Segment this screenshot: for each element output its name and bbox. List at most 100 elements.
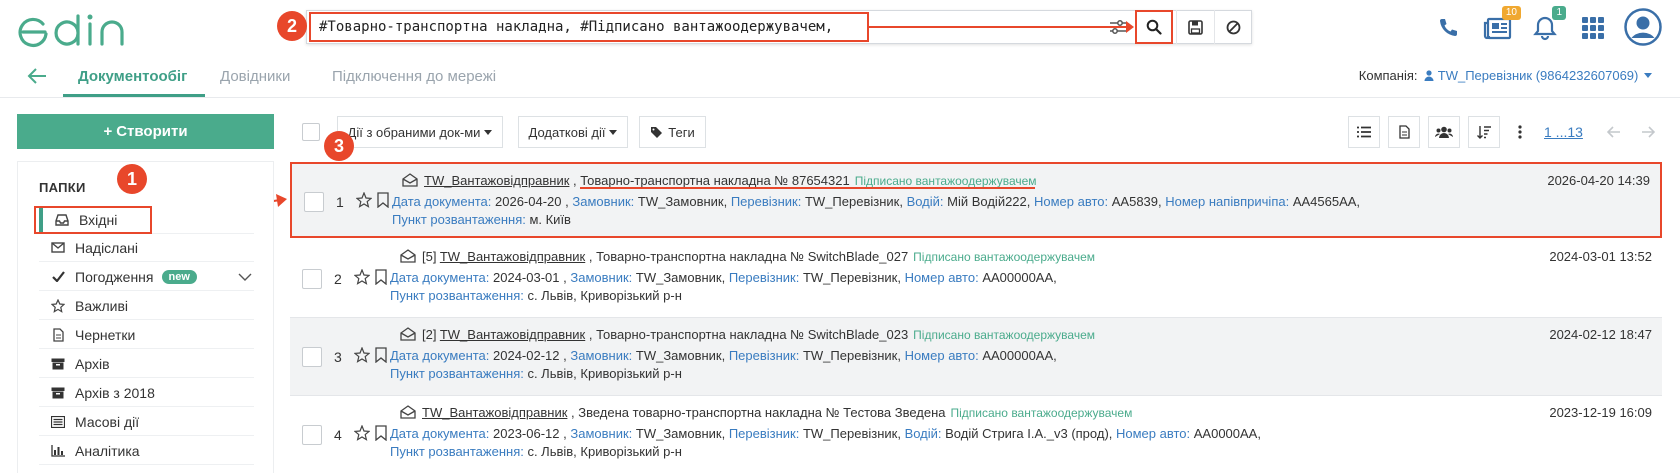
- next-page-button[interactable]: [1632, 116, 1664, 148]
- create-button[interactable]: + Створити: [17, 114, 274, 149]
- annotation-marker-2: 2: [277, 11, 307, 41]
- caret-down-icon: [1644, 73, 1652, 78]
- folder-important[interactable]: Важливі: [39, 292, 254, 320]
- list-icon: [1357, 126, 1371, 138]
- search-button[interactable]: [1135, 10, 1173, 44]
- save-search-button[interactable]: [1176, 10, 1214, 44]
- document-title-line[interactable]: TW_Вантажовідправник , Зведена товарно-т…: [390, 405, 1132, 420]
- document-row[interactable]: 4 TW_Вантажовідправник , Зведена товарно-…: [290, 396, 1662, 473]
- company-value[interactable]: TW_Перевізник (9864232607069): [1438, 68, 1639, 83]
- notifications-button[interactable]: 1: [1530, 6, 1566, 46]
- selected-docs-actions-button[interactable]: Дії з обраними док-ми: [337, 116, 503, 148]
- detail-label: Замовник:: [570, 270, 636, 285]
- detail-value: м. Київ: [529, 212, 571, 227]
- nav-bar: Документообіг Довідники Підключення до м…: [0, 56, 1680, 98]
- folder-archive-2018[interactable]: Архів з 2018: [39, 379, 254, 407]
- sender-link[interactable]: TW_Вантажовідправник: [422, 405, 567, 420]
- caret-down-icon: [484, 129, 493, 135]
- back-arrow-icon[interactable]: [26, 66, 48, 86]
- folder-archive[interactable]: Архів: [39, 350, 254, 378]
- document-date: 2024-03-01 13:52: [1549, 249, 1652, 264]
- document-view-button[interactable]: [1388, 116, 1420, 148]
- cancel-icon: [1226, 20, 1241, 34]
- phone-button[interactable]: [1433, 10, 1463, 46]
- sender-link[interactable]: TW_Вантажовідправник: [440, 327, 585, 342]
- detail-label: Пункт розвантаження:: [390, 444, 528, 459]
- user-avatar-icon: [1624, 8, 1662, 46]
- detail-label: Замовник:: [570, 426, 636, 441]
- folder-label: Архів з 2018: [75, 384, 155, 401]
- list-view-button[interactable]: [1348, 116, 1380, 148]
- group-view-button[interactable]: [1428, 116, 1460, 148]
- bookmark-icon[interactable]: [374, 269, 388, 285]
- row-checkbox[interactable]: [304, 192, 324, 212]
- folder-analytics[interactable]: Аналітика: [39, 437, 254, 465]
- tab-directories[interactable]: Довідники: [220, 68, 290, 85]
- status-label: Підписано вантажоодержувачем: [950, 406, 1133, 420]
- detail-label: Номер авто:: [1116, 426, 1194, 441]
- envelope-open-icon: [400, 327, 416, 341]
- row-checkbox[interactable]: [302, 269, 322, 289]
- folder-sent[interactable]: Надіслані: [39, 234, 254, 262]
- sender-link[interactable]: TW_Вантажовідправник: [440, 249, 585, 264]
- tab-network-connection[interactable]: Підключення до мережі: [332, 68, 496, 85]
- star-icon[interactable]: [356, 192, 372, 208]
- detail-label: Замовник:: [572, 194, 638, 209]
- folder-mass-actions[interactable]: Масові дії: [39, 408, 254, 436]
- detail-value: AA00000AA,: [982, 348, 1057, 363]
- annotation-highlight-inbox: [34, 206, 152, 234]
- folder-drafts[interactable]: Чернетки: [39, 321, 254, 349]
- documents-news-button[interactable]: 10: [1481, 6, 1521, 46]
- search-icon: [1146, 19, 1162, 35]
- prev-page-button[interactable]: [1598, 116, 1630, 148]
- document-icon: [1398, 125, 1410, 139]
- document-title-line[interactable]: [2] TW_Вантажовідправник , Товарно-транс…: [390, 327, 1095, 342]
- folder-approvals[interactable]: Погодження new: [39, 263, 254, 291]
- selected-docs-actions-label: Дії з обраними док-ми: [347, 124, 481, 140]
- filter-settings-icon[interactable]: [1108, 17, 1128, 37]
- sort-button[interactable]: [1468, 116, 1500, 148]
- document-title-line[interactable]: TW_Вантажовідправник , Товарно-транспорт…: [392, 173, 1037, 188]
- document-row[interactable]: 2 [5] TW_Вантажовідправник , Товарно-тран…: [290, 240, 1662, 318]
- archive-2018-icon: [51, 386, 65, 400]
- user-icon: [1424, 70, 1434, 81]
- company-selector[interactable]: Компанія: TW_Перевізник (9864232607069): [1359, 68, 1652, 83]
- bookmark-icon[interactable]: [374, 425, 388, 441]
- more-options-button[interactable]: [1505, 116, 1535, 148]
- document-title-line[interactable]: [5] TW_Вантажовідправник , Товарно-транс…: [390, 249, 1095, 264]
- row-checkbox[interactable]: [302, 347, 322, 367]
- bookmark-icon[interactable]: [376, 192, 390, 208]
- bookmark-icon[interactable]: [374, 347, 388, 363]
- clear-search-button[interactable]: [1214, 10, 1252, 44]
- star-icon[interactable]: [354, 269, 370, 285]
- unloading-point-line: Пункт розвантаження: с. Львів, Криворізь…: [390, 288, 682, 303]
- separator: ,: [585, 327, 597, 342]
- tags-button[interactable]: Теги: [639, 116, 706, 148]
- star-icon[interactable]: [354, 347, 370, 363]
- additional-actions-button[interactable]: Додаткові дії: [518, 116, 628, 148]
- detail-value: Водій Стрига І.А._v3 (прод),: [945, 426, 1116, 441]
- detail-value: Мій Водій222,: [947, 194, 1034, 209]
- apps-button[interactable]: [1578, 10, 1608, 46]
- chevron-down-icon[interactable]: [238, 273, 252, 281]
- user-avatar-button[interactable]: [1624, 8, 1662, 46]
- document-row[interactable]: 1 TW_Вантажовідправник , Товарно-транспор…: [290, 162, 1662, 238]
- tab-documents[interactable]: Документообіг: [78, 68, 187, 85]
- phone-icon: [1440, 19, 1457, 36]
- document-row[interactable]: 3 [2] TW_Вантажовідправник , Товарно-тран…: [290, 318, 1662, 396]
- version-count: [2]: [422, 327, 440, 342]
- detail-label: Перевізник:: [728, 270, 803, 285]
- select-all-checkbox[interactable]: [302, 123, 320, 141]
- search-input[interactable]: #Товарно-транспортна накладна, #Підписан…: [309, 12, 869, 42]
- sender-link[interactable]: TW_Вантажовідправник: [424, 173, 569, 188]
- row-checkbox[interactable]: [302, 425, 322, 445]
- edin-logo[interactable]: [18, 8, 148, 52]
- document-date: 2023-12-19 16:09: [1549, 405, 1652, 420]
- detail-value: 2024-03-01 ,: [493, 270, 571, 285]
- folder-label: Надіслані: [75, 239, 138, 256]
- star-icon[interactable]: [354, 425, 370, 441]
- pagination[interactable]: 1 ...13: [1544, 124, 1583, 140]
- detail-label: Номер авто:: [904, 348, 983, 363]
- document-details-line: Дата документа: 2026-04-20 , Замовник: T…: [392, 194, 1360, 209]
- detail-value: TW_Замовник,: [635, 348, 729, 363]
